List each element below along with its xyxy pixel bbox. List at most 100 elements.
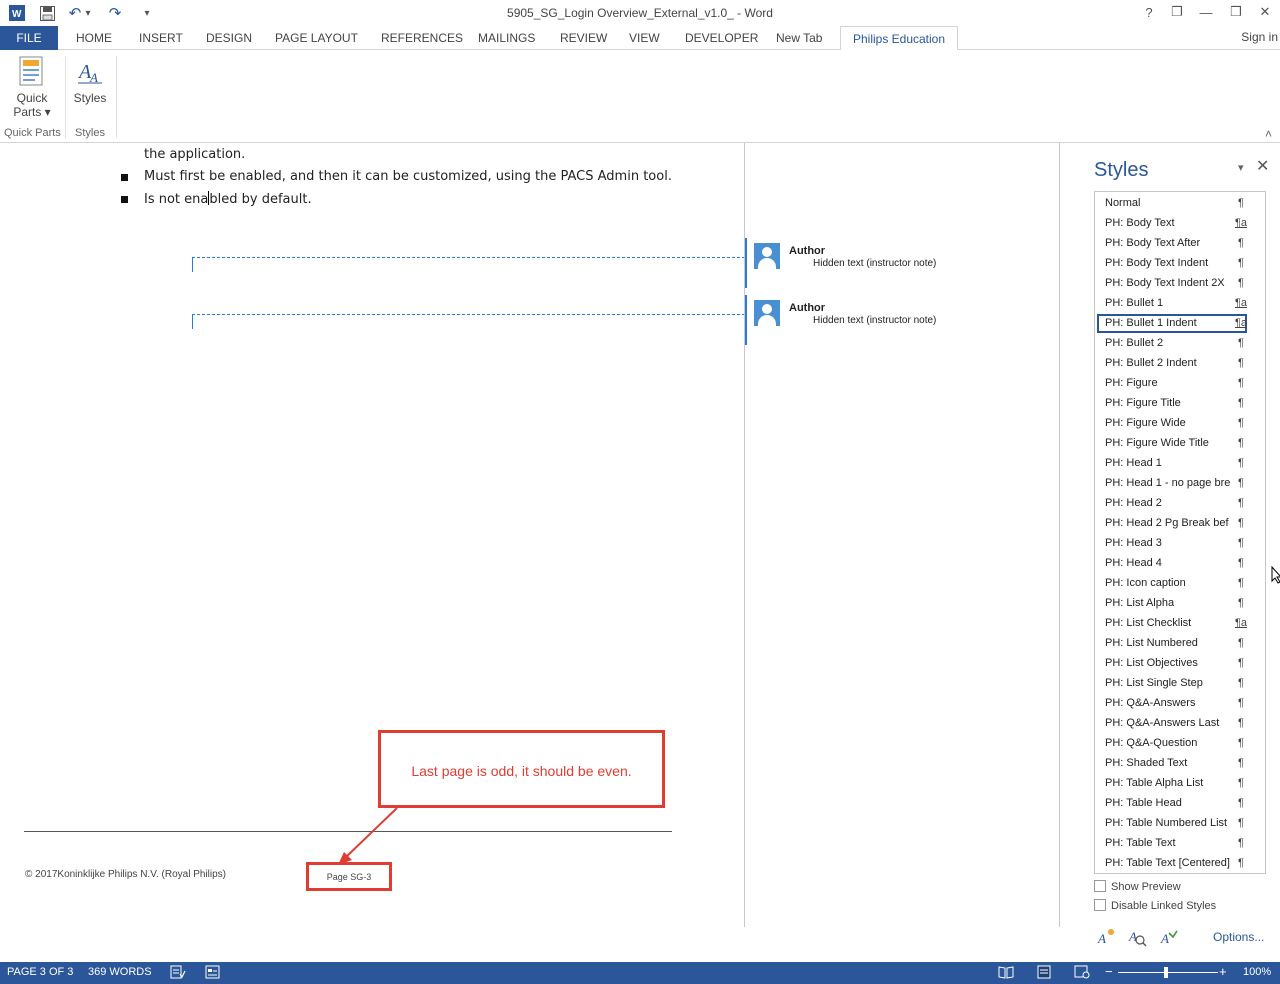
style-item[interactable]: PH: Bullet 1 <box>1097 294 1247 313</box>
style-item[interactable]: PH: Figure Title <box>1097 394 1247 413</box>
annotation-callout-text: Last page is odd, it should be even. <box>411 763 632 779</box>
style-item[interactable]: PH: Bullet 2 Indent <box>1097 354 1247 373</box>
new-style-icon[interactable]: A <box>1094 925 1118 949</box>
document-area[interactable]: the application. Must first be enabled, … <box>0 143 1060 927</box>
zoom-slider-track[interactable] <box>1118 972 1218 973</box>
tab-review[interactable]: REVIEW <box>552 26 615 50</box>
options-link[interactable]: Options... <box>1213 930 1264 944</box>
styles-button-label: Styles <box>73 91 107 105</box>
word-count-status[interactable]: 369 WORDS <box>88 966 152 978</box>
style-item[interactable]: PH: Table Alpha List <box>1097 774 1247 793</box>
zoom-slider-thumb[interactable] <box>1164 967 1168 978</box>
quick-parts-label-2: Parts ▾ <box>13 105 51 119</box>
styles-button[interactable]: A A Styles <box>70 56 110 105</box>
zoom-in-button[interactable]: + <box>1219 964 1227 979</box>
proofing-icon[interactable] <box>170 965 186 982</box>
pane-close-icon[interactable]: ✕ <box>1256 156 1269 176</box>
style-item[interactable]: PH: Head 1 - no page bre <box>1097 474 1247 493</box>
paragraph-style-icon: ¶ <box>1238 437 1244 449</box>
style-item[interactable]: PH: Q&A-Answers <box>1097 694 1247 713</box>
style-list[interactable]: Normal ¶ PH: Body Text ¶a PH: Body Text Afte… <box>1094 191 1266 874</box>
read-mode-icon[interactable] <box>998 965 1014 982</box>
print-layout-icon[interactable] <box>1036 965 1052 982</box>
checkbox-box[interactable] <box>1094 899 1106 911</box>
style-item[interactable]: PH: Body Text Indent <box>1097 254 1247 273</box>
style-item[interactable]: PH: List Single Step <box>1097 674 1247 693</box>
style-inspector-icon[interactable]: A <box>1125 925 1149 949</box>
style-item[interactable]: PH: Head 2 Pg Break bef <box>1097 514 1247 533</box>
linked-style-icon: ¶a <box>1234 217 1248 229</box>
zoom-level[interactable]: 100% <box>1243 966 1271 978</box>
web-layout-icon[interactable] <box>1074 965 1090 982</box>
tab-developer[interactable]: DEVELOPER <box>677 26 766 50</box>
tab-philips-education[interactable]: Philips Education <box>840 26 958 51</box>
page-count-status[interactable]: PAGE 3 OF 3 <box>7 966 73 978</box>
linked-style-icon: ¶a <box>1234 617 1248 629</box>
style-item[interactable]: PH: Body Text Indent 2X <box>1097 274 1247 293</box>
style-item[interactable]: PH: Head 2 <box>1097 494 1247 513</box>
pane-options-dropdown-icon[interactable]: ▾ <box>1238 161 1244 174</box>
sign-in-link[interactable]: Sign in <box>1241 30 1278 44</box>
manage-styles-icon[interactable]: A <box>1157 925 1181 949</box>
style-item[interactable]: PH: Body Text After <box>1097 234 1247 253</box>
paragraph-style-icon: ¶ <box>1238 277 1244 289</box>
tab-view[interactable]: VIEW <box>621 26 668 50</box>
paragraph-style-icon: ¶ <box>1238 757 1244 769</box>
style-item[interactable]: PH: Q&A-Answers Last <box>1097 714 1247 733</box>
style-item[interactable]: PH: List Checklist <box>1097 614 1247 633</box>
style-item[interactable]: PH: Shaded Text <box>1097 754 1247 773</box>
style-item[interactable]: PH: List Numbered <box>1097 634 1247 653</box>
style-item[interactable]: PH: Figure <box>1097 374 1247 393</box>
style-item[interactable]: PH: List Objectives <box>1097 654 1247 673</box>
style-item[interactable]: PH: Table Text [Centered] <box>1097 854 1247 873</box>
word-window: W ↶ ▾ ↷ ▾ 5905_SG_Login Overview_Externa… <box>0 0 1280 984</box>
paragraph-style-icon: ¶ <box>1238 737 1244 749</box>
style-item[interactable]: PH: Bullet 1 Indent <box>1097 314 1247 333</box>
style-item[interactable]: PH: Body Text <box>1097 214 1247 233</box>
close-button[interactable]: ✕ <box>1253 2 1277 22</box>
tab-design[interactable]: DESIGN <box>198 26 260 50</box>
style-item[interactable]: PH: Head 1 <box>1097 454 1247 473</box>
style-item[interactable]: PH: Table Head <box>1097 794 1247 813</box>
style-item[interactable]: PH: Head 4 <box>1097 554 1247 573</box>
tab-insert[interactable]: INSERT <box>131 26 191 50</box>
tab-home[interactable]: HOME <box>68 26 120 50</box>
page-edge <box>744 143 745 927</box>
paragraph-style-icon: ¶ <box>1238 677 1244 689</box>
restore-button[interactable]: ❒ <box>1224 2 1248 22</box>
paragraph-style-icon: ¶ <box>1238 417 1244 429</box>
style-item[interactable]: PH: Head 3 <box>1097 534 1247 553</box>
paragraph-style-icon: ¶ <box>1238 777 1244 789</box>
svg-text:A: A <box>1097 931 1106 946</box>
paragraph-style-icon: ¶ <box>1238 457 1244 469</box>
paragraph-style-icon: ¶ <box>1238 397 1244 409</box>
style-item[interactable]: PH: Bullet 2 <box>1097 334 1247 353</box>
paragraph-style-icon: ¶ <box>1238 337 1244 349</box>
style-item[interactable]: Normal <box>1097 194 1247 213</box>
minimize-button[interactable]: — <box>1194 2 1218 22</box>
ribbon-display-options-icon[interactable]: ❐ <box>1165 2 1189 22</box>
style-item[interactable]: PH: List Alpha <box>1097 594 1247 613</box>
tab-new-tab[interactable]: New Tab <box>768 26 830 50</box>
style-item[interactable]: PH: Icon caption <box>1097 574 1247 593</box>
show-preview-checkbox[interactable]: Show Preview <box>1094 880 1181 893</box>
window-title: 5905_SG_Login Overview_External_v1.0_ - … <box>507 6 773 20</box>
style-item[interactable]: PH: Q&A-Question <box>1097 734 1247 753</box>
macro-recording-icon[interactable] <box>205 965 221 982</box>
zoom-out-button[interactable]: − <box>1105 964 1113 979</box>
tab-mailings[interactable]: MAILINGS <box>470 26 543 50</box>
checkbox-box[interactable] <box>1094 880 1106 892</box>
disable-linked-styles-checkbox[interactable]: Disable Linked Styles <box>1094 899 1216 912</box>
tab-file[interactable]: FILE <box>0 26 58 50</box>
collapse-ribbon-icon[interactable]: ˄ <box>1265 127 1272 141</box>
tab-page-layout[interactable]: PAGE LAYOUT <box>267 26 366 50</box>
quick-parts-button[interactable]: Quick Parts ▾ <box>8 56 56 119</box>
style-item[interactable]: PH: Table Numbered List <box>1097 814 1247 833</box>
style-item[interactable]: PH: Figure Wide Title <box>1097 434 1247 453</box>
tab-references[interactable]: REFERENCES <box>373 26 471 50</box>
style-item[interactable]: PH: Table Text <box>1097 834 1247 853</box>
linked-style-icon: ¶a <box>1234 317 1248 329</box>
comment-text: Hidden text (instructor note) <box>813 258 937 269</box>
help-button[interactable]: ? <box>1137 2 1161 22</box>
style-item[interactable]: PH: Figure Wide <box>1097 414 1247 433</box>
